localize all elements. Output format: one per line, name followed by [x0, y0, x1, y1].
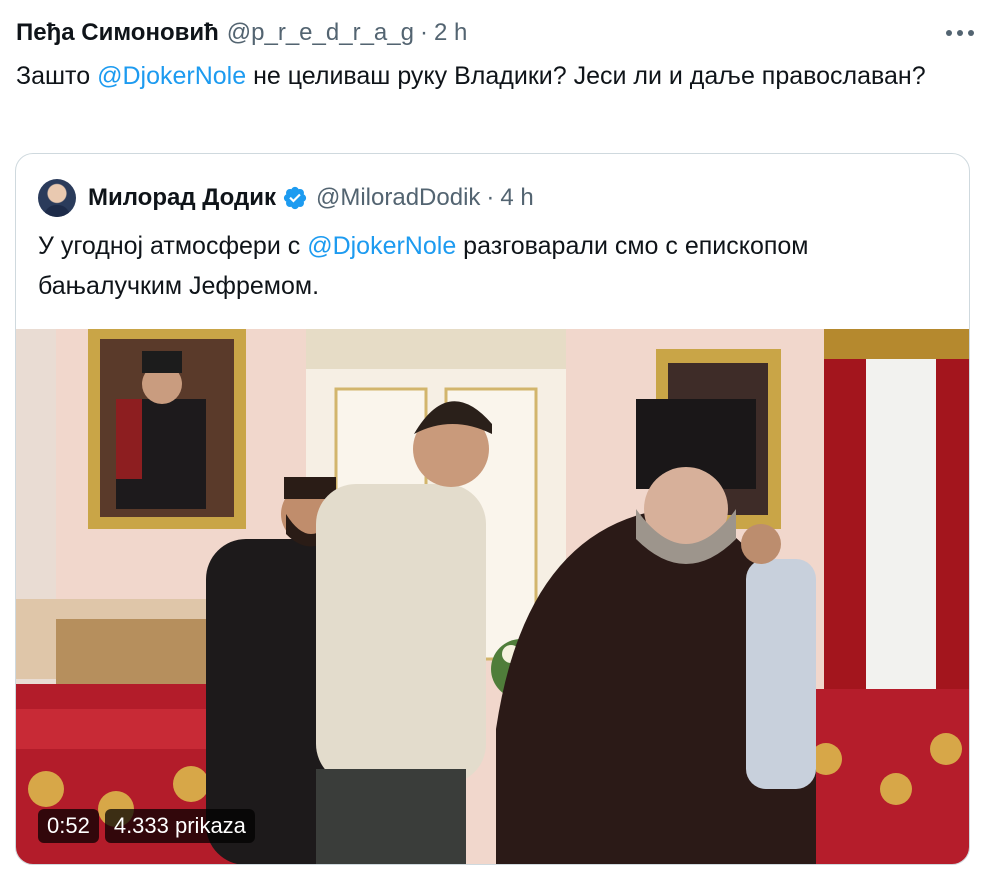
quote-author-handle[interactable]: @MiloradDodik [316, 184, 480, 212]
post-text: Зашто @DjokerNole не целиваш руку Владик… [16, 62, 926, 90]
video-overlay: 0:52 4.333 prikaza [38, 809, 255, 843]
separator-dot: · [486, 184, 495, 211]
more-horizontal-icon [946, 30, 952, 36]
quote-timestamp[interactable]: 4 h [500, 184, 533, 212]
author-handle[interactable]: @p_r_e_d_r_a_g [227, 19, 414, 47]
verified-badge-icon [283, 186, 307, 210]
quote-text: У угодној атмосфери с @DjokerNole разгов… [38, 232, 809, 300]
quote-author-name[interactable]: Милорад Додик [88, 184, 276, 212]
quoted-post-card[interactable]: Милорад Додик @MiloradDodik · 4 h У угод… [15, 153, 970, 865]
more-options-button[interactable] [938, 14, 982, 52]
avatar[interactable] [38, 179, 76, 217]
separator-dot: · [419, 19, 428, 46]
post-header: Пеђа Симоновић @p_r_e_d_r_a_g · 2 h [16, 14, 980, 52]
mention-link[interactable]: @DjokerNole [307, 232, 456, 260]
quote-header: Милорад Додик @MiloradDodik · 4 h [38, 178, 949, 218]
video-frame [16, 329, 969, 864]
view-count: 4.333 prikaza [104, 809, 255, 843]
video-duration: 0:52 [38, 809, 99, 843]
mention-link[interactable]: @DjokerNole [97, 62, 246, 90]
video-player[interactable]: 0:52 4.333 prikaza [16, 329, 969, 864]
author-name[interactable]: Пеђа Симоновић [16, 19, 219, 47]
post-timestamp[interactable]: 2 h [434, 19, 467, 47]
